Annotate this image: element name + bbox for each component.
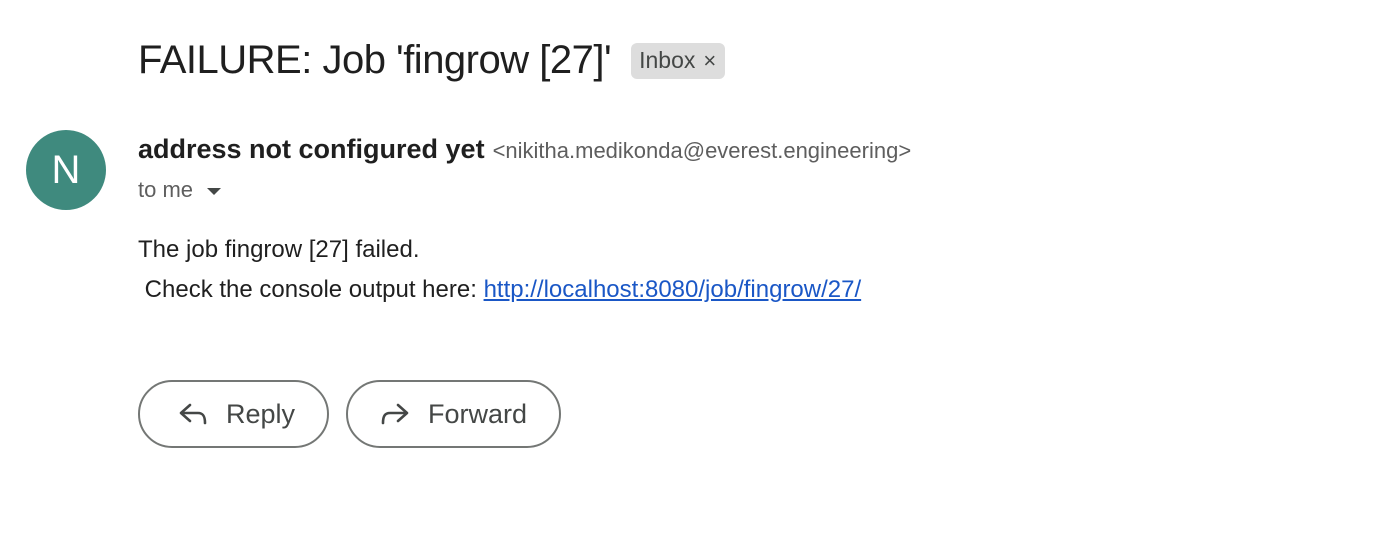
avatar[interactable]: N	[26, 130, 106, 210]
console-output-link[interactable]: http://localhost:8080/job/fingrow/27/	[484, 276, 862, 303]
reply-button[interactable]: Reply	[138, 380, 330, 448]
recipient-details-toggle[interactable]: to me	[138, 177, 222, 203]
recipient-summary: to me	[138, 177, 194, 202]
reply-arrow-icon	[178, 402, 208, 426]
subject-row: FAILURE: Job 'fingrow [27]' Inbox ×	[138, 38, 726, 83]
body-line-2-text: Check the console output here:	[138, 276, 484, 303]
label-chip-text: Inbox	[639, 47, 696, 73]
email-subject: FAILURE: Job 'fingrow [27]'	[138, 38, 612, 82]
close-icon[interactable]: ×	[703, 49, 716, 72]
chevron-down-icon[interactable]	[207, 187, 222, 195]
email-body: The job fingrow [27] failed. Check the c…	[138, 230, 861, 310]
body-line-1: The job fingrow [27] failed.	[138, 236, 420, 263]
action-buttons: Reply Forward	[138, 380, 562, 448]
sender-name[interactable]: address not configured yet	[138, 134, 485, 165]
sender-email: <nikitha.medikonda@everest.engineering>	[492, 138, 912, 163]
sender-row: address not configured yet <nikitha.medi…	[138, 134, 911, 165]
email-view: FAILURE: Job 'fingrow [27]' Inbox × N ad…	[0, 0, 1388, 556]
avatar-initial: N	[51, 147, 81, 192]
forward-arrow-icon	[380, 402, 410, 426]
label-chip-inbox[interactable]: Inbox ×	[631, 42, 726, 79]
body-line-2: Check the console output here: http://lo…	[138, 270, 861, 310]
forward-button[interactable]: Forward	[346, 380, 562, 448]
reply-label: Reply	[226, 398, 296, 429]
forward-label: Forward	[428, 398, 528, 429]
